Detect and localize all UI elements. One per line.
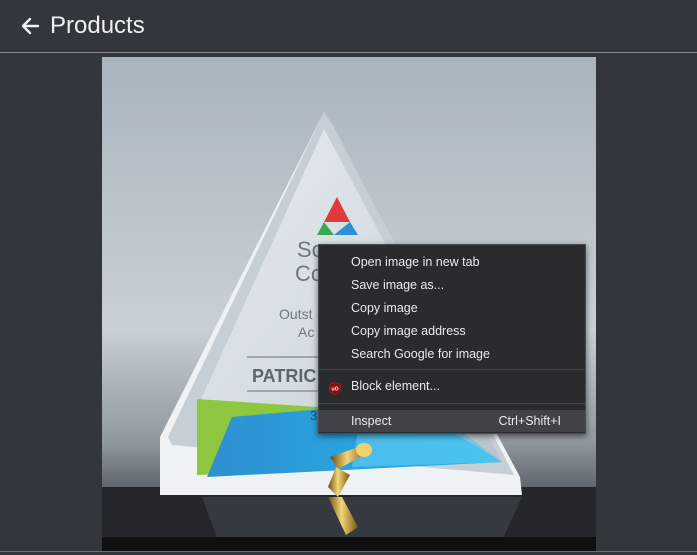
award-text-name: PATRIC (252, 366, 316, 386)
ublock-origin-icon: uO (329, 380, 341, 395)
context-menu: Open image in new tab Save image as... C… (318, 244, 586, 434)
menu-item-copy-image-address[interactable]: Copy image address (319, 320, 585, 342)
page-title: Products (50, 12, 145, 39)
svg-text:uO: uO (332, 386, 339, 392)
back-button[interactable] (18, 13, 44, 39)
menu-item-save-image-as[interactable]: Save image as... (319, 274, 585, 296)
menu-item-block-element[interactable]: uO Block element... (319, 375, 585, 397)
menu-item-label: Block element... (351, 379, 440, 393)
menu-item-copy-image[interactable]: Copy image (319, 297, 585, 319)
menu-item-open-image-new-tab[interactable]: Open image in new tab (319, 251, 585, 273)
award-text-line4: Ac (298, 324, 314, 340)
menu-item-inspect[interactable]: Inspect Ctrl+Shift+I (319, 410, 585, 432)
bottom-divider (0, 551, 697, 552)
award-text-line3: Outst (279, 306, 313, 322)
menu-item-label: Inspect (351, 414, 392, 428)
menu-item-shortcut: Ctrl+Shift+I (498, 414, 561, 428)
award-text-small: 3 (310, 408, 317, 423)
menu-item-search-google-image[interactable]: Search Google for image (319, 343, 585, 365)
menu-separator (319, 369, 585, 370)
arrow-left-icon (21, 17, 40, 35)
app-header: Products (0, 0, 697, 53)
menu-separator (319, 403, 585, 404)
